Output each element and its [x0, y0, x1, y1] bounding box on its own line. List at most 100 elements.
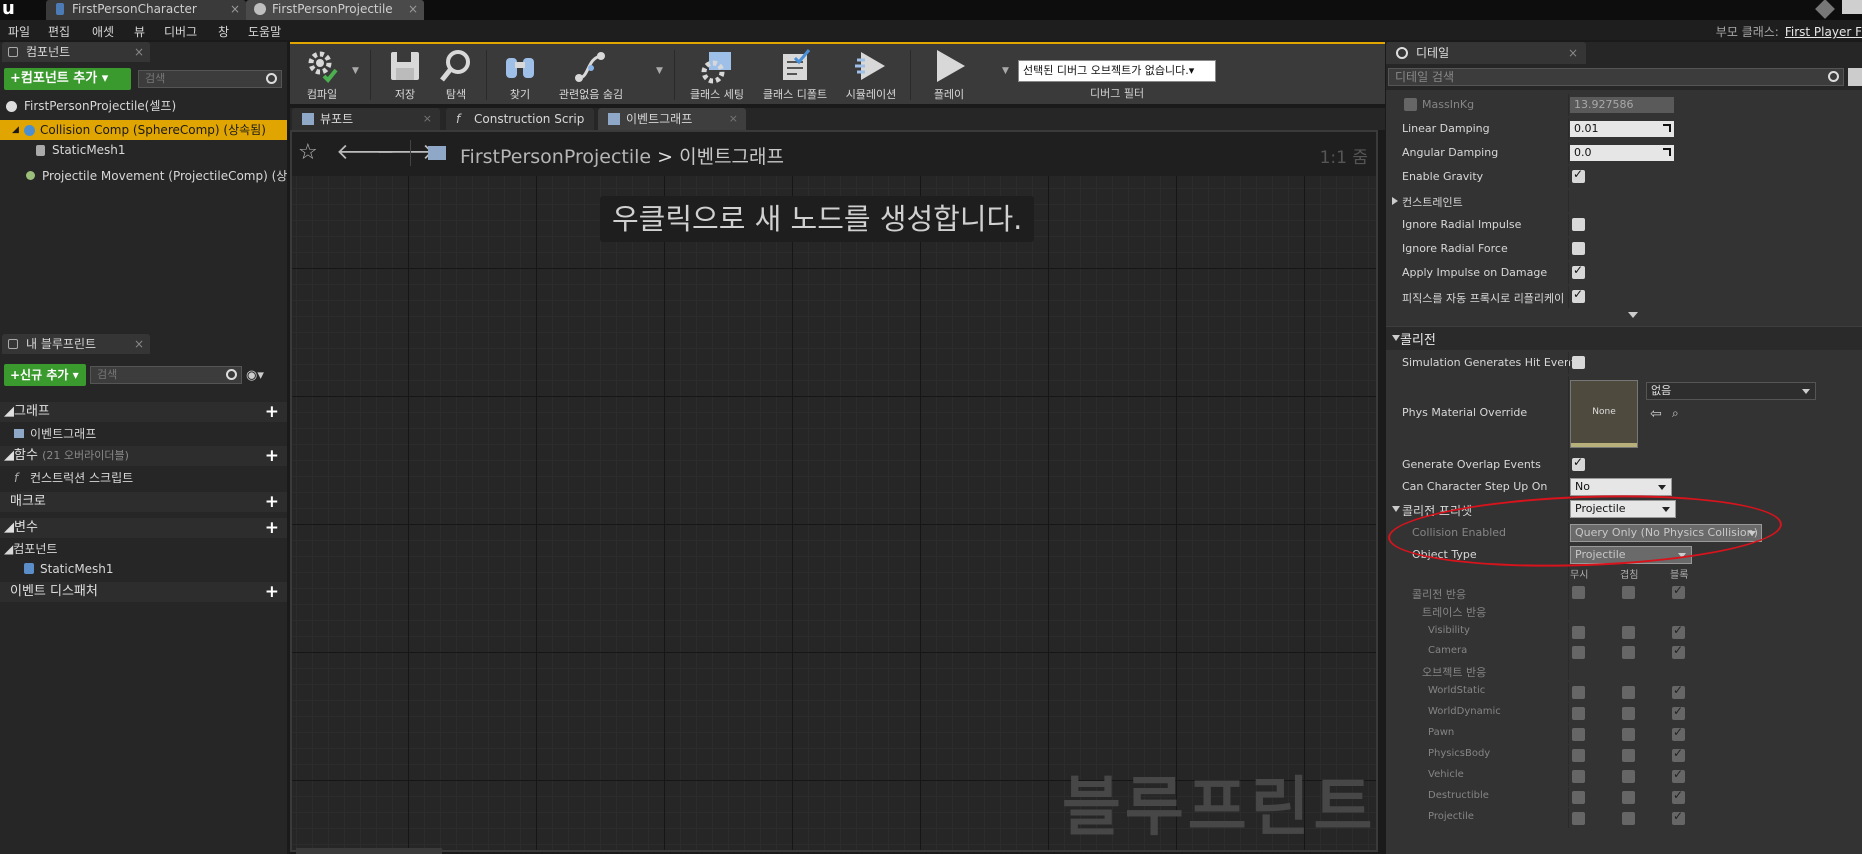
- menu-edit[interactable]: 편집: [48, 23, 70, 40]
- tab-first-person-character[interactable]: FirstPersonCharacter ×: [46, 0, 246, 20]
- response-column-headers: 무시 겹침 블록: [1386, 566, 1862, 582]
- apply-impulse-checkbox[interactable]: [1572, 263, 1585, 279]
- menu-view[interactable]: 뷰: [134, 23, 145, 40]
- prop-label: Apply Impulse on Damage: [1402, 266, 1548, 279]
- prop-label: Can Character Step Up On: [1402, 480, 1548, 493]
- add-component-button[interactable]: +컴포넌트 추가 ▾: [4, 68, 131, 90]
- compile-dropdown-icon[interactable]: ▼: [352, 66, 359, 76]
- bottom-tab[interactable]: [296, 848, 442, 854]
- close-icon[interactable]: ×: [423, 108, 432, 130]
- use-selected-arrow-icon[interactable]: ⇦: [1650, 406, 1662, 422]
- add-new-button[interactable]: +신규 추가 ▾: [4, 364, 86, 386]
- add-dispatcher-icon[interactable]: +: [265, 582, 279, 602]
- compile-button[interactable]: 컴파일: [294, 44, 350, 104]
- auto-physics-checkbox[interactable]: [1572, 287, 1585, 303]
- breadcrumb-blueprint[interactable]: FirstPersonProjectile > 이벤트그래프: [460, 142, 784, 169]
- ignore-radial-impulse-checkbox[interactable]: [1572, 218, 1585, 231]
- response-block-checkbox: [1672, 583, 1685, 599]
- component-collision-comp[interactable]: ◢ Collision Comp (SphereComp) (상속됨): [0, 120, 287, 140]
- sim-hit-events-checkbox[interactable]: [1572, 356, 1585, 369]
- play-icon: [937, 50, 965, 82]
- category-macros[interactable]: 매크로 +: [0, 492, 287, 512]
- add-graph-icon[interactable]: +: [265, 402, 279, 422]
- collision-presets-combo[interactable]: Projectile: [1570, 500, 1676, 518]
- play-dropdown-icon[interactable]: ▼: [1002, 66, 1009, 76]
- menu-asset[interactable]: 애셋: [92, 23, 114, 40]
- menu-window[interactable]: 창: [218, 23, 229, 40]
- component-static-mesh[interactable]: StaticMesh1: [0, 140, 287, 160]
- tab-details[interactable]: 디테일 ×: [1386, 42, 1586, 64]
- tab-event-graph[interactable]: 이벤트그래프 ×: [598, 108, 746, 130]
- details-search-input[interactable]: 디테일 검색: [1388, 68, 1844, 86]
- component-projectile-movement[interactable]: Projectile Movement (ProjectileComp) (상속…: [0, 166, 287, 186]
- add-macro-icon[interactable]: +: [265, 492, 279, 512]
- add-function-icon[interactable]: +: [265, 446, 279, 466]
- category-event-dispatchers[interactable]: 이벤트 디스패처 +: [0, 582, 287, 602]
- property-matrix-icon[interactable]: [1848, 68, 1862, 86]
- add-variable-icon[interactable]: +: [265, 518, 279, 538]
- section-collision[interactable]: 콜리전: [1386, 326, 1862, 350]
- angular-damping-input[interactable]: 0.0: [1570, 145, 1674, 161]
- class-settings-button[interactable]: 클래스 세팅: [684, 44, 750, 104]
- find-label: 찾기: [509, 88, 531, 101]
- tab-components[interactable]: 컴포넌트 ×: [2, 42, 150, 62]
- view-options-eye-icon[interactable]: ◉▾: [246, 368, 264, 383]
- parent-class-link[interactable]: First Player F: [1785, 25, 1862, 39]
- expand-arrow-icon[interactable]: [1392, 197, 1398, 205]
- item-label: 컨스트럭션 스크립트: [30, 471, 134, 485]
- component-root[interactable]: FirstPersonProjectile(셀프): [0, 96, 287, 116]
- debug-object-select[interactable]: 선택된 디버그 오브젝트가 없습니다.▾: [1018, 60, 1216, 82]
- simulation-button[interactable]: 시뮬레이션: [838, 44, 904, 104]
- tab-label: 내 블루프린트: [26, 337, 97, 351]
- menu-debug[interactable]: 디버그: [164, 23, 197, 40]
- category-variables[interactable]: ◢변수 +: [0, 518, 287, 538]
- collapse-arrow-icon[interactable]: [1392, 335, 1400, 341]
- close-icon[interactable]: ×: [134, 42, 144, 62]
- source-control-icon[interactable]: [1815, 0, 1835, 19]
- item-components[interactable]: ◢컴포넌트: [0, 540, 287, 558]
- category-graphs[interactable]: ◢그래프 +: [0, 402, 287, 422]
- item-static-mesh[interactable]: StaticMesh1: [0, 560, 287, 578]
- hide-unrelated-button[interactable]: 관련없음 숨김: [548, 44, 634, 104]
- compile-gear-icon: [308, 51, 338, 83]
- hide-unrelated-dropdown-icon[interactable]: ▼: [656, 66, 663, 76]
- col-ignore: 무시: [1570, 570, 1589, 581]
- favorite-star-icon[interactable]: ☆: [298, 142, 318, 164]
- prop-constraints[interactable]: 컨스트레인트: [1386, 190, 1862, 212]
- forward-arrow-icon[interactable]: 🡒: [376, 142, 435, 164]
- item-event-graph[interactable]: 이벤트그래프: [0, 425, 287, 443]
- material-thumbnail[interactable]: None: [1570, 380, 1638, 448]
- play-button[interactable]: 플레이: [924, 44, 974, 104]
- tab-construction-script[interactable]: f Construction Scrip: [446, 108, 594, 130]
- category-functions[interactable]: ◢함수 (21 오버라이더블) +: [0, 446, 287, 466]
- tab-first-person-projectile[interactable]: FirstPersonProjectile ×: [246, 0, 424, 20]
- tab-my-blueprint[interactable]: 내 블루프린트 ×: [2, 334, 150, 354]
- components-search-input[interactable]: 검색: [138, 70, 282, 88]
- save-button[interactable]: 저장: [382, 44, 428, 104]
- close-icon[interactable]: ×: [230, 0, 240, 18]
- ignore-radial-force-checkbox[interactable]: [1572, 242, 1585, 255]
- collapse-arrow-icon[interactable]: [1392, 506, 1400, 512]
- window-button[interactable]: [1842, 0, 1862, 14]
- collapse-arrow-icon[interactable]: ◢: [12, 120, 19, 140]
- show-advanced-arrow-icon[interactable]: [1628, 312, 1638, 318]
- mass-override-checkbox[interactable]: [1404, 98, 1417, 111]
- class-defaults-button[interactable]: 클래스 디폴트: [758, 44, 832, 104]
- menu-help[interactable]: 도움말: [248, 23, 281, 40]
- close-icon[interactable]: ×: [134, 334, 144, 354]
- close-icon[interactable]: ×: [729, 108, 738, 130]
- phys-material-combo[interactable]: 없음: [1646, 382, 1816, 400]
- close-icon[interactable]: ×: [408, 0, 418, 18]
- close-icon[interactable]: ×: [1568, 42, 1578, 64]
- overlap-events-checkbox[interactable]: [1572, 455, 1585, 471]
- item-construction-script[interactable]: f 컨스트럭션 스크립트: [0, 469, 287, 487]
- step-up-combo[interactable]: No: [1570, 478, 1672, 496]
- linear-damping-input[interactable]: 0.01: [1570, 121, 1674, 137]
- browse-magnifier-icon[interactable]: ⌕: [1672, 406, 1679, 421]
- find-button[interactable]: 찾기: [496, 44, 544, 104]
- menu-file[interactable]: 파일: [8, 23, 30, 40]
- browse-button[interactable]: 탐색: [432, 44, 480, 104]
- enable-gravity-checkbox[interactable]: [1572, 167, 1585, 183]
- blueprint-search-input[interactable]: 검색: [90, 366, 242, 384]
- tab-viewport[interactable]: 뷰포트 ×: [292, 108, 440, 130]
